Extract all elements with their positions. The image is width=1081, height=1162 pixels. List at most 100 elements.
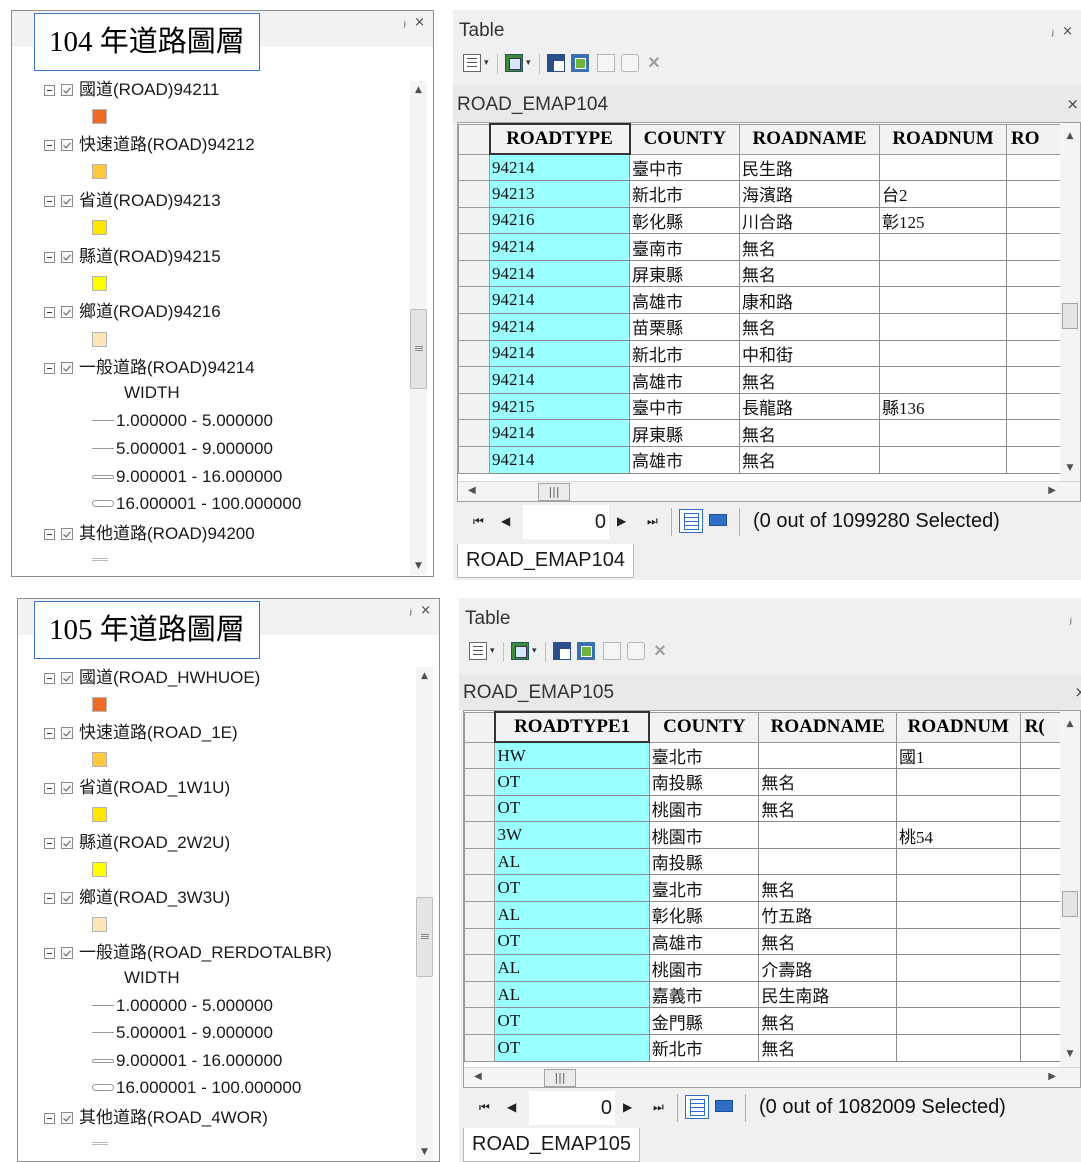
- row-selector[interactable]: [464, 768, 496, 796]
- table-cell[interactable]: 屏東縣: [629, 259, 740, 288]
- table-row[interactable]: OT 臺北市 無名: [464, 874, 1080, 903]
- row-selector[interactable]: [464, 821, 496, 849]
- table-cell[interactable]: 94214: [489, 419, 630, 448]
- table-row[interactable]: OT 桃園市 無名: [464, 794, 1080, 823]
- collapse-toggle-icon[interactable]: [44, 307, 55, 318]
- table-cell[interactable]: [896, 874, 1021, 903]
- dropdown-arrow-icon[interactable]: ▾: [490, 645, 495, 656]
- table-row[interactable]: AL 桃園市 介壽路: [464, 954, 1080, 982]
- table-row[interactable]: 94214 苗栗縣 無名: [458, 313, 1067, 341]
- table-cell[interactable]: 彰125: [879, 206, 1007, 235]
- table-cell[interactable]: [1006, 233, 1067, 261]
- table-cell[interactable]: 康和路: [739, 286, 880, 315]
- checkbox-icon[interactable]: [61, 837, 73, 849]
- table-cell[interactable]: [1006, 366, 1067, 394]
- table-row[interactable]: OT 南投縣 無名: [464, 768, 1080, 796]
- table-cell[interactable]: 無名: [758, 874, 897, 903]
- table-cell[interactable]: 94215: [489, 392, 630, 421]
- row-selector[interactable]: [458, 446, 490, 474]
- scroll-thumb[interactable]: [1062, 891, 1078, 917]
- table-cell[interactable]: [896, 1007, 1021, 1036]
- scroll-thumb[interactable]: [410, 309, 427, 389]
- row-selector[interactable]: [458, 153, 490, 182]
- column-header[interactable]: ROADNUM: [896, 711, 1021, 743]
- scroll-down-icon[interactable]: ▼: [410, 559, 427, 573]
- last-record-icon[interactable]: ⏭: [653, 1100, 664, 1115]
- toc-pin-close-buttons[interactable]: ⱼ ×: [410, 603, 433, 618]
- table-cell[interactable]: [1006, 180, 1067, 208]
- collapse-toggle-icon[interactable]: [44, 783, 55, 794]
- table-cell[interactable]: OT: [494, 768, 650, 796]
- table-cell[interactable]: [896, 954, 1021, 982]
- table-cell[interactable]: 桃園市: [648, 794, 760, 823]
- row-selector[interactable]: [458, 286, 490, 315]
- table-cell[interactable]: 桃園市: [648, 954, 760, 982]
- copy-selected-icon[interactable]: [627, 642, 645, 660]
- table-row[interactable]: 94214 新北市 中和街: [458, 339, 1067, 368]
- show-all-records-icon[interactable]: [679, 509, 703, 533]
- record-number-input[interactable]: 0: [529, 1091, 615, 1125]
- checkbox-icon[interactable]: [61, 782, 73, 794]
- layer-row[interactable]: 省道(ROAD_1W1U): [44, 775, 230, 801]
- close-icon[interactable]: ×: [1074, 683, 1081, 701]
- checkbox-icon[interactable]: [61, 1112, 73, 1124]
- scroll-up-icon[interactable]: ▲: [1060, 129, 1080, 143]
- table-cell[interactable]: [1006, 339, 1067, 368]
- delete-selected-icon[interactable]: ×: [651, 641, 669, 661]
- row-selector[interactable]: [464, 874, 496, 903]
- scroll-down-icon[interactable]: ▼: [1060, 461, 1080, 475]
- table-row[interactable]: 94214 高雄市 無名: [458, 446, 1067, 474]
- table-row[interactable]: 94214 高雄市 無名: [458, 366, 1067, 394]
- table-row[interactable]: OT 新北市 無名: [464, 1034, 1080, 1062]
- table-cell[interactable]: 無名: [739, 419, 880, 448]
- table-cell[interactable]: [879, 259, 1007, 288]
- layer-row[interactable]: 一般道路(ROAD_RERDOTALBR): [44, 940, 332, 966]
- table-cell[interactable]: 金門縣: [648, 1007, 760, 1036]
- collapse-toggle-icon[interactable]: [44, 196, 55, 207]
- table-cell[interactable]: OT: [494, 927, 650, 956]
- table-cell[interactable]: 臺中市: [629, 153, 740, 182]
- scroll-thumb[interactable]: |||: [544, 1069, 576, 1087]
- table-cell[interactable]: 94214: [489, 259, 630, 288]
- checkbox-icon[interactable]: [61, 84, 73, 96]
- table-row[interactable]: AL 南投縣: [464, 847, 1080, 876]
- table-cell[interactable]: 高雄市: [629, 366, 740, 394]
- select-by-attributes-icon[interactable]: [553, 642, 571, 660]
- table-cell[interactable]: 無名: [739, 313, 880, 341]
- row-selector[interactable]: [464, 794, 496, 823]
- row-selector[interactable]: [464, 1034, 496, 1062]
- layer-row[interactable]: 縣道(ROAD)94215: [44, 244, 221, 270]
- layer-row[interactable]: 快速道路(ROAD)94212: [44, 132, 255, 158]
- table-cell[interactable]: 無名: [739, 233, 880, 261]
- row-selector[interactable]: [464, 847, 496, 876]
- table-cell[interactable]: 屏東縣: [629, 419, 740, 448]
- table-row[interactable]: AL 嘉義市 民生南路: [464, 980, 1080, 1009]
- table-row[interactable]: 94216 彰化縣 川合路 彰125: [458, 206, 1067, 235]
- clear-selection-icon[interactable]: [597, 54, 615, 72]
- layer-row[interactable]: 國道(ROAD_HWHUOE): [44, 665, 260, 691]
- switch-selection-icon[interactable]: [577, 642, 595, 660]
- table-cell[interactable]: 無名: [758, 927, 897, 956]
- checkbox-icon[interactable]: [61, 195, 73, 207]
- layer-row[interactable]: 其他道路(ROAD)94200: [44, 521, 255, 547]
- table-row[interactable]: 94213 新北市 海濱路 台2: [458, 180, 1067, 208]
- row-selector[interactable]: [464, 1007, 496, 1036]
- scroll-thumb[interactable]: [416, 897, 433, 977]
- table-cell[interactable]: 無名: [758, 1007, 897, 1036]
- switch-selection-icon[interactable]: [571, 54, 589, 72]
- table-options-icon[interactable]: [469, 642, 487, 660]
- column-header[interactable]: ROADNAME: [758, 711, 897, 743]
- checkbox-icon[interactable]: [61, 139, 73, 151]
- table-cell[interactable]: 縣136: [879, 392, 1007, 421]
- column-header[interactable]: ROADNAME: [739, 123, 880, 155]
- collapse-toggle-icon[interactable]: [44, 252, 55, 263]
- layer-row[interactable]: 其他道路(ROAD_4WOR): [44, 1105, 268, 1131]
- collapse-toggle-icon[interactable]: [44, 1113, 55, 1124]
- table-cell[interactable]: 臺中市: [629, 392, 740, 421]
- table-cell[interactable]: [896, 901, 1021, 929]
- table-cell[interactable]: [1006, 206, 1067, 235]
- toc-scrollbar[interactable]: ▲ ▼: [416, 667, 433, 1161]
- related-tables-icon[interactable]: [505, 54, 523, 72]
- table-cell[interactable]: 長龍路: [739, 392, 880, 421]
- checkbox-icon[interactable]: [61, 947, 73, 959]
